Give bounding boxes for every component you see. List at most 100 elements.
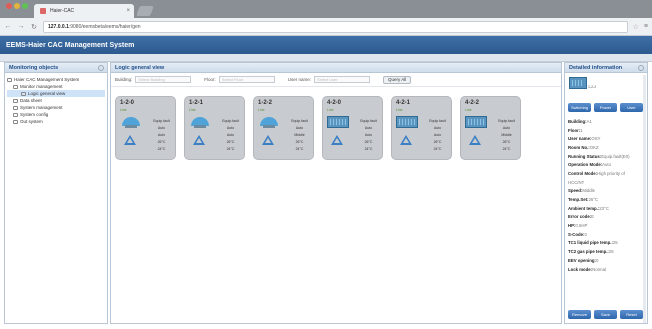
- tree-item-monitor-management[interactable]: Monitor management: [7, 83, 105, 90]
- unit-name: 4-2-2: [465, 100, 480, 106]
- folder-icon: [13, 84, 18, 89]
- unit-set-temp: 26°C: [433, 139, 442, 144]
- reload-icon[interactable]: ↻: [30, 23, 38, 31]
- save-button[interactable]: Save: [594, 310, 617, 319]
- forward-arrow-icon[interactable]: →: [17, 23, 25, 30]
- reset-button[interactable]: Reset: [620, 310, 643, 319]
- new-tab-button[interactable]: [136, 6, 154, 16]
- unit-status: Line: [189, 108, 196, 112]
- unit-status: Line: [258, 108, 265, 112]
- unit-mode: Auto: [433, 125, 442, 130]
- detail-value: 0.5HP: [575, 223, 588, 229]
- duct-unit-icon: [327, 116, 349, 128]
- object-tree: Haier CAC Management System Monitor mana…: [5, 73, 107, 128]
- folder-icon: [13, 105, 18, 110]
- folder-icon: [13, 98, 18, 103]
- detail-row: Temp.Set: 26°C: [568, 195, 646, 204]
- unit-speed: Auto: [157, 132, 166, 137]
- user-button[interactable]: User: [620, 103, 643, 112]
- detail-row: Running Status: Equip.fault(E0): [568, 152, 646, 161]
- detail-row: User name: OSY: [568, 134, 646, 143]
- username-select[interactable]: Select User: [314, 76, 371, 83]
- detail-value: High priority of: [597, 170, 625, 176]
- unit-ambient-temp: 24°C: [364, 146, 373, 151]
- collapse-icon[interactable]: [98, 64, 104, 71]
- unit-name: 4-2-0: [327, 100, 342, 106]
- unit-values: Equip.fault Auto Middle 26°C 24°C: [493, 117, 520, 152]
- address-bar[interactable]: 127.0.0.1 :9080/eemsbeta/eems/haier/gen: [43, 20, 628, 33]
- detail-row: Building: A1: [568, 117, 646, 126]
- unit-mode: Auto: [364, 125, 373, 130]
- remove-button[interactable]: Remove: [568, 310, 591, 319]
- tree-label: Out system: [20, 119, 43, 124]
- tree-item-out-system[interactable]: Out system: [7, 118, 105, 125]
- detail-row: HP: 0.5HP: [568, 221, 646, 230]
- unit-card[interactable]: 1-2-0 Line Equip.fault Auto Auto 26°C 24…: [115, 96, 176, 160]
- detail-key: Floor:: [568, 127, 581, 133]
- detail-value: A1: [586, 118, 592, 124]
- filter-bar: Building: Select Building Floor: Select …: [111, 73, 561, 87]
- back-arrow-icon[interactable]: ←: [4, 23, 12, 30]
- menu-icon[interactable]: ≡: [644, 23, 648, 30]
- tree-item-root[interactable]: Haier CAC Management System: [7, 76, 105, 83]
- detail-unit-label: 1-2-2: [588, 85, 597, 89]
- unit-values: Equip.fault Auto Auto 26°C 24°C: [217, 117, 244, 152]
- unit-card[interactable]: 4-2-2 Line Equip.fault Auto Middle 26°C …: [460, 96, 521, 160]
- detail-row: Speed: Middle: [568, 187, 646, 196]
- unit-name: 1-2-1: [189, 100, 204, 106]
- building-select[interactable]: Select Building: [135, 76, 192, 83]
- power-button[interactable]: Power: [594, 103, 617, 112]
- window-minimize-icon[interactable]: [14, 3, 20, 9]
- app-header: EEMS-Haier CAC Management System: [0, 36, 652, 54]
- detail-key: TC1 liquid pipe temp.:: [568, 240, 613, 246]
- switching-button[interactable]: Switching: [568, 103, 591, 112]
- detail-row: HCC/NT: [568, 178, 646, 187]
- bookmark-star-icon[interactable]: ☆: [633, 23, 639, 31]
- unit-mode: Auto: [502, 125, 511, 130]
- window-maximize-icon[interactable]: [22, 3, 28, 9]
- page-icon: [21, 91, 26, 96]
- detail-key: S-Code:: [568, 231, 585, 237]
- detail-row: Lock mode: Normal: [568, 265, 646, 274]
- floor-label: Floor:: [204, 77, 216, 82]
- unit-speed: Auto: [433, 132, 442, 137]
- duct-unit-icon: [569, 77, 587, 89]
- unit-set-temp: 26°C: [226, 139, 235, 144]
- browser-tabbar: Haier-CAC ×: [0, 0, 652, 18]
- unit-card[interactable]: 4-2-0 Line Equip.fault Auto Auto 26°C 24…: [322, 96, 383, 160]
- floor-select[interactable]: Select Floor: [218, 76, 275, 83]
- tree-item-data-sheet[interactable]: Data sheet: [7, 97, 105, 104]
- browser-tab[interactable]: Haier-CAC ×: [34, 4, 134, 18]
- collapse-icon[interactable]: [638, 64, 644, 71]
- detail-value: Normal: [592, 266, 606, 272]
- tree-item-system-config[interactable]: System config: [7, 111, 105, 118]
- detail-row: Room No.: OKZ: [568, 143, 646, 152]
- detail-value: 0: [595, 257, 599, 263]
- scrollbar[interactable]: [643, 75, 646, 323]
- query-all-button[interactable]: Query All: [383, 75, 412, 84]
- logic-general-view-panel: Logic general view Building: Select Buil…: [110, 62, 562, 324]
- tab-close-icon[interactable]: ×: [126, 8, 130, 14]
- unit-card[interactable]: 4-2-1 Line Equip.fault Auto Auto 26°C 24…: [391, 96, 452, 160]
- right-panel-title: Detailed information: [569, 64, 623, 71]
- unit-card[interactable]: 1-2-1 Line Equip.fault Auto Auto 26°C 24…: [184, 96, 245, 160]
- unit-fault: Equip.fault: [429, 118, 446, 123]
- unit-name: 4-2-1: [396, 100, 411, 106]
- detail-key: Speed:: [568, 188, 583, 194]
- window-close-icon[interactable]: [6, 3, 12, 9]
- tree-item-system-management[interactable]: System management: [7, 104, 105, 111]
- tab-title: Haier-CAC: [50, 8, 75, 14]
- unit-ambient-temp: 24°C: [295, 146, 304, 151]
- detail-key: User name:: [568, 136, 592, 142]
- detail-top-buttons: Switching Power User: [568, 103, 643, 112]
- tree-item-logic-general-view[interactable]: Logic general view: [7, 90, 105, 97]
- browser-toolbar: ← → ↻ 127.0.0.1 :9080/eemsbeta/eems/haie…: [0, 18, 652, 36]
- unit-fault: Equip.fault: [360, 118, 377, 123]
- detail-row: S-Code: 0: [568, 230, 646, 239]
- unit-card[interactable]: 1-2-2 Line Equip.fault Auto Middle 26°C …: [253, 96, 314, 160]
- url-path: :9080/eemsbeta/eems/haier/gen: [68, 23, 141, 30]
- unit-mode: Auto: [157, 125, 166, 130]
- detail-value: 23°C: [599, 205, 609, 211]
- detail-key: Error code:: [568, 214, 592, 220]
- unit-set-temp: 26°C: [502, 139, 511, 144]
